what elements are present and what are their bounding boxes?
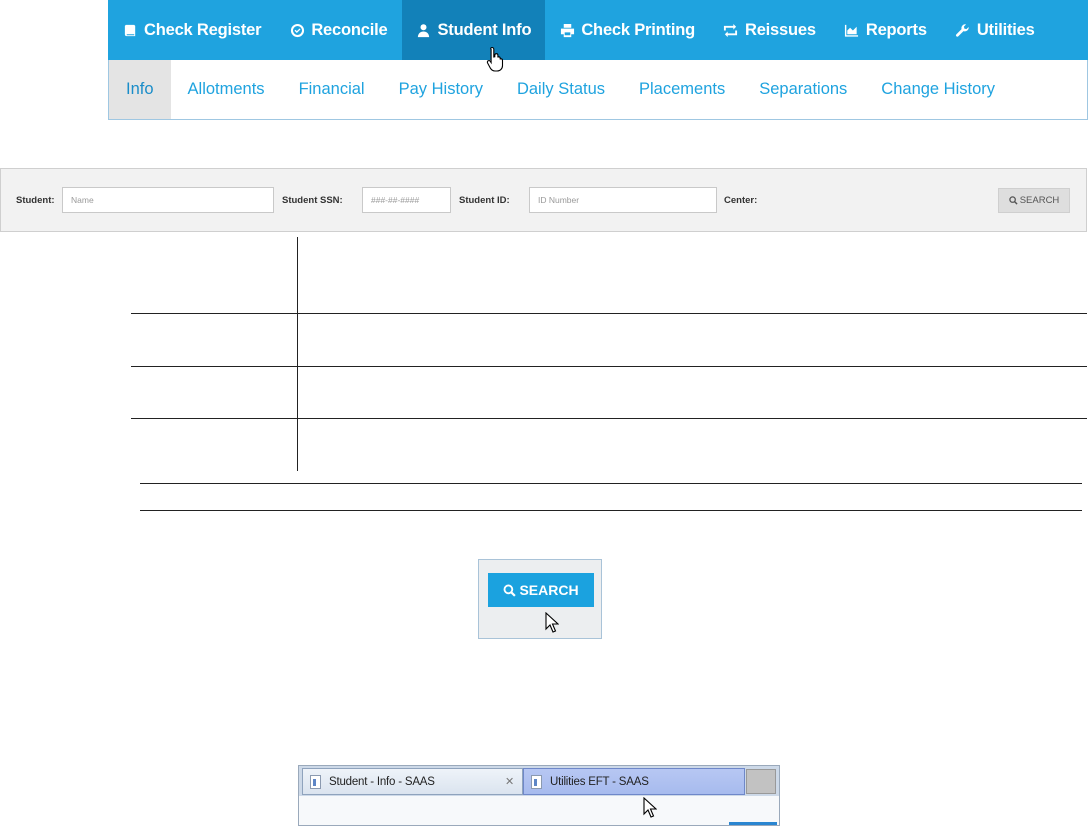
- nav-check-printing[interactable]: Check Printing: [545, 0, 709, 60]
- book-icon: [122, 22, 138, 38]
- hand-cursor-icon: [486, 46, 504, 72]
- search-button-large-label: SEARCH: [519, 582, 579, 598]
- browser-tab-student-info[interactable]: Student - Info - SAAS ✕: [302, 768, 523, 795]
- search-icon: [1008, 196, 1018, 205]
- nav-reissues[interactable]: Reissues: [709, 0, 830, 60]
- tab-financial[interactable]: Financial: [282, 60, 382, 119]
- nav-reconcile-label: Reconcile: [311, 20, 388, 39]
- student-search-bar: Student: Student SSN: Student ID: Center…: [0, 168, 1087, 232]
- nav-reissues-label: Reissues: [744, 20, 816, 39]
- student-id-input[interactable]: [529, 187, 717, 213]
- nav-check-register-label: Check Register: [144, 20, 262, 39]
- student-id-label: Student ID:: [459, 195, 510, 206]
- student-label: Student:: [16, 195, 55, 206]
- table-column-divider: [297, 237, 298, 471]
- page-icon: [310, 774, 321, 789]
- browser-tab-label: Student - Info - SAAS: [329, 775, 435, 788]
- tab-placements[interactable]: Placements: [622, 60, 742, 119]
- retweet-icon: [723, 22, 739, 38]
- search-icon: [503, 584, 517, 597]
- table-row-divider: [131, 366, 1087, 367]
- search-button-label: SEARCH: [1019, 195, 1060, 206]
- nav-reports-label: Reports: [865, 20, 927, 39]
- tab-daily-status[interactable]: Daily Status: [500, 60, 622, 119]
- printer-icon: [559, 22, 575, 38]
- sub-nav: Info Allotments Financial Pay History Da…: [109, 60, 1087, 119]
- area-chart-icon: [844, 22, 860, 38]
- nav-student-info-label: Student Info: [437, 20, 532, 39]
- table-rule: [140, 510, 1082, 511]
- main-nav: Check Register Reconcile Student Info Ch…: [108, 0, 1088, 60]
- nav-utilities-label: Utilities: [976, 20, 1035, 39]
- nav-student-info[interactable]: Student Info: [401, 0, 546, 60]
- arrow-cursor-icon: [545, 612, 559, 633]
- student-ssn-input[interactable]: [362, 187, 451, 213]
- search-button[interactable]: SEARCH: [998, 188, 1070, 213]
- browser-tab-strip: Student - Info - SAAS ✕ Utilities EFT - …: [298, 765, 780, 826]
- table-row-divider: [131, 418, 1087, 419]
- arrow-cursor-icon: [643, 797, 657, 818]
- browser-tab-label: Utilities EFT - SAAS: [550, 775, 649, 788]
- nav-utilities[interactable]: Utilities: [941, 0, 1049, 60]
- search-button-large[interactable]: SEARCH: [488, 573, 594, 607]
- user-icon: [416, 22, 432, 38]
- wrench-icon: [955, 22, 971, 38]
- table-row-divider: [131, 313, 1087, 314]
- tab-change-history[interactable]: Change History: [864, 60, 1012, 119]
- page-icon: [531, 774, 542, 789]
- student-name-input[interactable]: [62, 187, 274, 213]
- check-circle-icon: [289, 22, 305, 38]
- new-tab-button[interactable]: [746, 769, 776, 794]
- center-label: Center:: [724, 195, 758, 206]
- tab-info[interactable]: Info: [109, 60, 171, 119]
- tab-pay-history[interactable]: Pay History: [382, 60, 500, 119]
- tab-separations[interactable]: Separations: [742, 60, 864, 119]
- student-ssn-label: Student SSN:: [282, 195, 343, 206]
- search-button-callout: SEARCH: [478, 559, 602, 639]
- browser-tab-utilities-eft[interactable]: Utilities EFT - SAAS: [523, 768, 745, 795]
- nav-reconcile[interactable]: Reconcile: [275, 0, 401, 60]
- tab-allotments[interactable]: Allotments: [171, 60, 282, 119]
- close-icon[interactable]: ✕: [505, 775, 514, 788]
- nav-check-printing-label: Check Printing: [581, 20, 695, 39]
- nav-check-register[interactable]: Check Register: [108, 0, 275, 60]
- nav-reports[interactable]: Reports: [830, 0, 941, 60]
- table-rule: [140, 483, 1082, 484]
- page-content-sliver: [729, 822, 777, 825]
